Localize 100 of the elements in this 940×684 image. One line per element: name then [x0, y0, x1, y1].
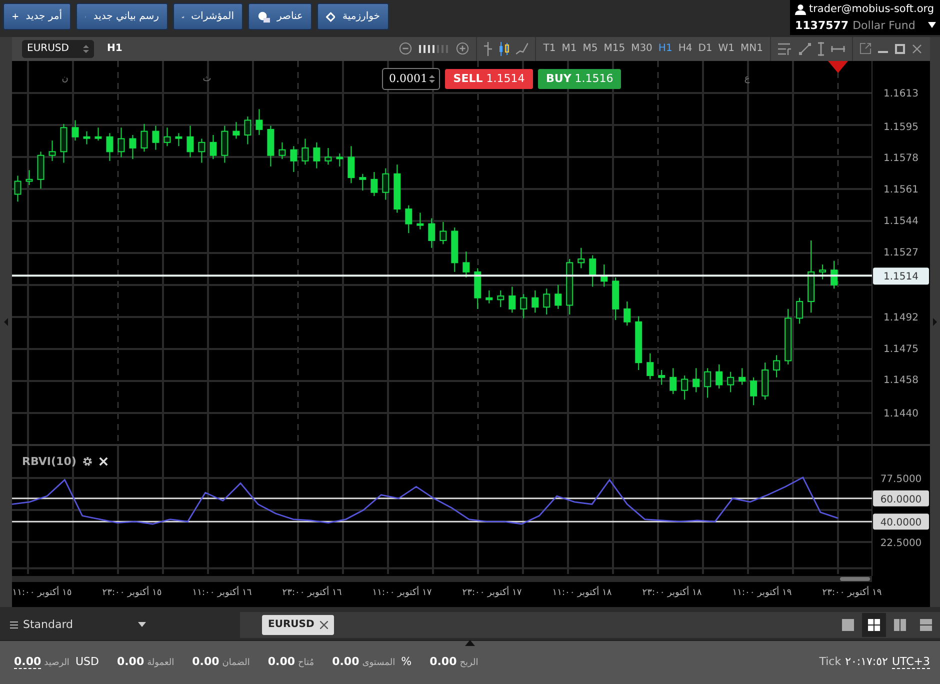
candle — [278, 141, 286, 160]
status-value: 0.00 — [268, 655, 295, 668]
shapes-icon — [257, 10, 270, 22]
candle — [14, 174, 22, 202]
menu-icon — [10, 620, 18, 629]
sell-button[interactable]: SELL 1.1514 — [445, 68, 533, 89]
grid-icon — [868, 618, 880, 631]
candle — [186, 124, 194, 158]
candle — [37, 150, 44, 189]
candle — [600, 264, 608, 287]
symbol-select[interactable]: EURUSD — [22, 40, 94, 58]
indicator-title: RBVI(10) — [22, 454, 76, 468]
indicator-list-icon[interactable] — [778, 42, 792, 55]
candle — [681, 374, 688, 400]
caret-icon — [138, 622, 146, 628]
timeframe-tab[interactable]: M5 — [582, 43, 598, 54]
price-tick: 1.1544 — [884, 216, 918, 227]
timeframe-tab[interactable]: M1 — [562, 43, 577, 54]
candle — [405, 204, 412, 234]
status-value: 0.00 — [14, 655, 42, 670]
vertical-line-icon[interactable] — [818, 42, 824, 56]
timeframe-tab[interactable]: T1 — [543, 43, 556, 54]
timeframe-tab[interactable]: MN1 — [740, 43, 763, 54]
time-label: ١٥ أكتوبر ١١:٠٠ — [12, 588, 72, 598]
price-tick: 1.1595 — [884, 121, 918, 132]
zoom-out-icon[interactable] — [399, 42, 412, 56]
line-chart-icon[interactable] — [516, 42, 528, 55]
candle — [382, 167, 390, 200]
status-label: العمولة — [147, 658, 174, 668]
dropdown-caret-icon[interactable] — [928, 22, 936, 28]
zoom-in-icon[interactable] — [456, 42, 470, 56]
candle — [198, 138, 206, 163]
price-tick: 1.1527 — [884, 247, 918, 258]
settings-icon[interactable] — [82, 456, 94, 467]
candle — [762, 362, 769, 400]
timeframe-tab[interactable]: H1 — [658, 43, 672, 54]
toolbar-button[interactable]: عناصر — [248, 3, 312, 30]
candle — [451, 226, 458, 272]
plus-icon — [12, 11, 19, 22]
candle — [508, 286, 516, 313]
popout-icon[interactable] — [860, 43, 871, 54]
time-label: ١٨ أكتوبر ٢٣:٠٠ — [642, 588, 702, 598]
price-tag: 1.1514 — [873, 267, 929, 284]
candle — [578, 246, 585, 268]
toolbar-button[interactable]: خوارزمية — [317, 3, 389, 30]
price-tick: 1.1578 — [884, 152, 918, 164]
expand-arrow-icon[interactable] — [465, 640, 475, 646]
timeframe-tab[interactable]: M30 — [631, 43, 652, 54]
status-label: الرصيد — [44, 658, 70, 668]
timeframe-tab[interactable]: W1 — [718, 43, 735, 54]
candle — [290, 145, 298, 172]
spinner-arrows-icon — [83, 44, 89, 54]
status-label: مُتاح — [298, 658, 314, 668]
spinner-arrows-icon[interactable] — [429, 74, 435, 84]
time-label: ١٨ أكتوبر ١١:٠٠ — [552, 588, 612, 598]
scrollbar-thumb[interactable] — [840, 576, 870, 581]
toolbar-button[interactable]: المؤشرات — [173, 3, 243, 30]
candle — [532, 290, 539, 313]
candle — [48, 140, 56, 161]
buy-button[interactable]: BUY 1.1516 — [538, 68, 621, 89]
candle — [267, 124, 274, 167]
candle — [784, 308, 792, 364]
candle — [164, 126, 171, 146]
horizontal-line-icon[interactable] — [831, 46, 845, 52]
toolbar-button[interactable]: أمر جديد — [3, 3, 71, 30]
time-label: ١٦ أكتوبر ١١:٠٠ — [192, 588, 252, 598]
candle — [221, 124, 228, 163]
bar-tool-icon[interactable] — [484, 42, 492, 56]
layout-button[interactable] — [862, 612, 886, 637]
candlestick-icon[interactable] — [499, 42, 510, 56]
ref-line-label: 60.0000 — [880, 494, 922, 505]
candle — [670, 367, 677, 394]
timeframe-tab[interactable]: M15 — [604, 43, 626, 54]
price-tick: 1.1613 — [884, 88, 918, 100]
candle — [210, 134, 217, 160]
lot-field[interactable]: 0.0001 — [382, 68, 440, 90]
account-number: 1137577 — [795, 18, 849, 32]
timezone-select[interactable]: UTC+3 — [892, 655, 930, 670]
candle — [26, 169, 33, 186]
candle — [773, 354, 780, 378]
candle — [830, 260, 838, 289]
single-pane-icon — [842, 618, 854, 631]
trend-line-icon[interactable] — [799, 42, 811, 55]
maximize-icon[interactable] — [895, 44, 905, 54]
zoom-slider-icon[interactable] — [419, 44, 450, 53]
candle — [152, 124, 160, 150]
candle — [750, 376, 758, 406]
diamond-icon — [326, 10, 336, 22]
candle — [543, 288, 550, 315]
timeframe-tab[interactable]: H4 — [678, 43, 692, 54]
toolbar-button[interactable]: رسم بياني جديد — [76, 3, 168, 30]
workspace-select[interactable]: Standard — [0, 612, 240, 638]
timeframe-tab[interactable]: D1 — [698, 43, 712, 54]
candle — [704, 367, 712, 398]
candle — [440, 221, 447, 244]
candle — [83, 130, 90, 144]
candle — [716, 364, 723, 389]
chart-tab[interactable]: EURUSD — [262, 614, 334, 635]
status-value: 0.00 — [116, 655, 144, 668]
candle — [796, 296, 804, 324]
